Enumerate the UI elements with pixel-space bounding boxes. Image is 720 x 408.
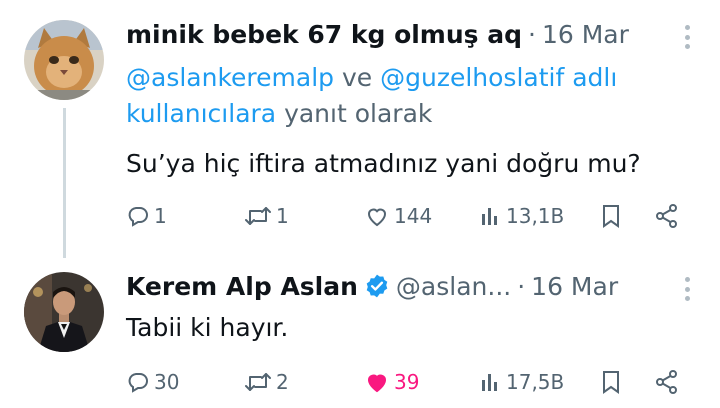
more-icon[interactable]: [682, 22, 692, 52]
heart-icon: [364, 204, 390, 228]
views-button[interactable]: 17,5B: [480, 364, 564, 400]
reply-icon: [126, 370, 150, 394]
author-handle[interactable]: @aslan...: [396, 272, 511, 301]
reply-count: 30: [154, 370, 180, 394]
connector-text: ve: [334, 63, 381, 92]
reply-button[interactable]: 30: [126, 364, 179, 400]
like-button[interactable]: 39: [364, 364, 419, 400]
reply-icon: [126, 204, 150, 228]
views-icon: [480, 204, 502, 228]
tweet-text: Tabii ki hayır.: [126, 313, 289, 342]
tweet-header: Kerem Alp Aslan @aslan... · 16 Mar: [126, 264, 680, 308]
action-bar: 1 1 144 13,1B: [126, 198, 696, 234]
heart-icon: [364, 370, 390, 394]
like-count: 144: [394, 204, 433, 228]
share-button[interactable]: [654, 364, 680, 400]
tweet-date[interactable]: 16 Mar: [531, 272, 618, 301]
reply-count: 1: [154, 204, 167, 228]
retweet-button[interactable]: 2: [244, 364, 289, 400]
views-button[interactable]: 13,1B: [480, 198, 564, 234]
more-icon[interactable]: [682, 274, 692, 304]
retweet-count: 1: [276, 204, 289, 228]
separator-dot: ·: [528, 19, 536, 49]
views-icon: [480, 370, 502, 394]
tweet-date[interactable]: 16 Mar: [542, 20, 629, 49]
avatar-cat[interactable]: [24, 20, 104, 100]
bookmark-icon: [600, 203, 622, 229]
retweet-button[interactable]: 1: [244, 198, 289, 234]
replying-to-suffix: yanıt olarak: [276, 99, 433, 128]
tweet-header: minik bebek 67 kg olmuş aq · 16 Mar: [126, 12, 680, 56]
bookmark-button[interactable]: [600, 364, 622, 400]
author-name[interactable]: Kerem Alp Aslan: [126, 272, 358, 301]
retweet-count: 2: [276, 370, 289, 394]
verified-badge-icon: [364, 273, 390, 299]
retweet-icon: [244, 204, 272, 228]
avatar-kerem[interactable]: [24, 272, 104, 352]
like-count: 39: [394, 370, 420, 394]
mention-link[interactable]: @guzelhoslatif: [380, 63, 564, 92]
share-button[interactable]: [654, 198, 680, 234]
author-name[interactable]: minik bebek 67 kg olmuş aq: [126, 20, 522, 49]
mention-link[interactable]: @aslankeremalp: [126, 63, 334, 92]
share-icon: [654, 369, 680, 395]
bookmark-icon: [600, 369, 622, 395]
views-count: 13,1B: [506, 204, 565, 228]
tweet-text: Su’ya hiç iftira atmadınız yani doğru mu…: [126, 149, 641, 178]
replying-to: @aslankeremalp ve @guzelhoslatif adlı ku…: [126, 60, 686, 132]
cat-avatar-image: [24, 20, 104, 100]
separator-dot: ·: [517, 271, 526, 301]
share-icon: [654, 203, 680, 229]
bookmark-button[interactable]: [600, 198, 622, 234]
man-in-suit-avatar-image: [24, 272, 104, 352]
reply-button[interactable]: 1: [126, 198, 167, 234]
views-count: 17,5B: [506, 370, 565, 394]
like-button[interactable]: 144: [364, 198, 432, 234]
thread-line: [63, 108, 66, 258]
retweet-icon: [244, 370, 272, 394]
action-bar: 30 2 39 17,5B: [126, 364, 696, 400]
